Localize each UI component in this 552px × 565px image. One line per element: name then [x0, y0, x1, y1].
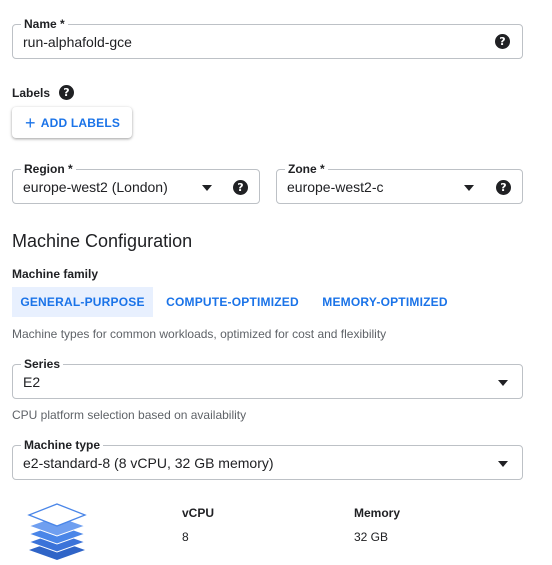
name-field-value[interactable]: run-alphafold-gce: [23, 25, 132, 58]
add-labels-button[interactable]: + ADD LABELS: [12, 107, 132, 138]
memory-label: Memory: [354, 506, 401, 520]
series-select[interactable]: Series E2: [12, 356, 523, 399]
tab-compute-optimized[interactable]: COMPUTE-OPTIMIZED: [159, 287, 306, 317]
memory-value: 32 GB: [354, 530, 389, 544]
labels-heading: Labels: [12, 86, 51, 100]
series-field-value[interactable]: E2: [23, 365, 40, 398]
vcpu-label: vCPU: [182, 506, 215, 520]
zone-select[interactable]: Zone * europe-west2-c ?: [276, 161, 523, 204]
machine-configuration-heading: Machine Configuration: [12, 231, 193, 251]
name-field[interactable]: Name * run-alphafold-gce ?: [12, 16, 523, 59]
plus-icon: +: [25, 112, 36, 133]
help-icon[interactable]: ?: [233, 180, 248, 195]
help-icon[interactable]: ?: [496, 180, 511, 195]
help-icon[interactable]: ?: [59, 85, 74, 100]
help-icon[interactable]: ?: [495, 34, 510, 49]
add-labels-label: ADD LABELS: [40, 115, 121, 130]
zone-field-value[interactable]: europe-west2-c: [287, 170, 384, 203]
dropdown-arrow-icon[interactable]: [464, 185, 474, 191]
vcpu-value: 8: [182, 530, 189, 544]
region-field-value[interactable]: europe-west2 (London): [23, 170, 168, 203]
machine-family-label: Machine family: [12, 267, 99, 281]
dropdown-arrow-icon[interactable]: [202, 185, 212, 191]
labels-section: Labels ?: [12, 85, 92, 101]
region-select[interactable]: Region * europe-west2 (London) ?: [12, 161, 260, 204]
series-hint: CPU platform selection based on availabi…: [12, 408, 247, 422]
machine-type-select[interactable]: Machine type e2-standard-8 (8 vCPU, 32 G…: [12, 437, 523, 480]
machine-type-field-value[interactable]: e2-standard-8 (8 vCPU, 32 GB memory): [23, 446, 274, 479]
layers-stack-icon: [27, 503, 87, 560]
dropdown-arrow-icon[interactable]: [498, 461, 508, 467]
tab-general-purpose[interactable]: GENERAL-PURPOSE: [12, 287, 153, 317]
dropdown-arrow-icon[interactable]: [498, 380, 508, 386]
machine-family-description: Machine types for common workloads, opti…: [12, 327, 387, 341]
tab-memory-optimized[interactable]: MEMORY-OPTIMIZED: [314, 287, 456, 317]
